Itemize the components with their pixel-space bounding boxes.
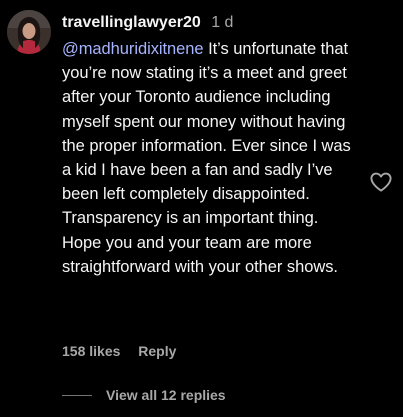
replies-divider: [62, 395, 92, 396]
comment-body: travellinglawyer20 1 d @madhuridixitnene…: [62, 12, 362, 279]
timestamp: 1 d: [211, 14, 234, 31]
view-replies-button[interactable]: View all 12 replies: [106, 385, 226, 405]
like-button[interactable]: [369, 171, 393, 193]
mention-link[interactable]: @madhuridixitnene: [62, 40, 204, 58]
comment: travellinglawyer20 1 d @madhuridixitnene…: [0, 0, 403, 417]
comment-text: @madhuridixitnene It’s unfortunate that …: [62, 37, 362, 279]
reply-button[interactable]: Reply: [138, 343, 176, 359]
comment-message: It’s unfortunate that you’re now stating…: [62, 40, 351, 276]
avatar-image: [7, 10, 51, 54]
comment-header: travellinglawyer20 1 d: [62, 12, 362, 34]
heart-outline-icon: [370, 172, 392, 192]
username[interactable]: travellinglawyer20: [62, 14, 201, 31]
likes-count[interactable]: 158 likes: [62, 343, 120, 359]
comment-actions: 158 likes Reply: [62, 341, 176, 361]
avatar[interactable]: [7, 10, 51, 54]
